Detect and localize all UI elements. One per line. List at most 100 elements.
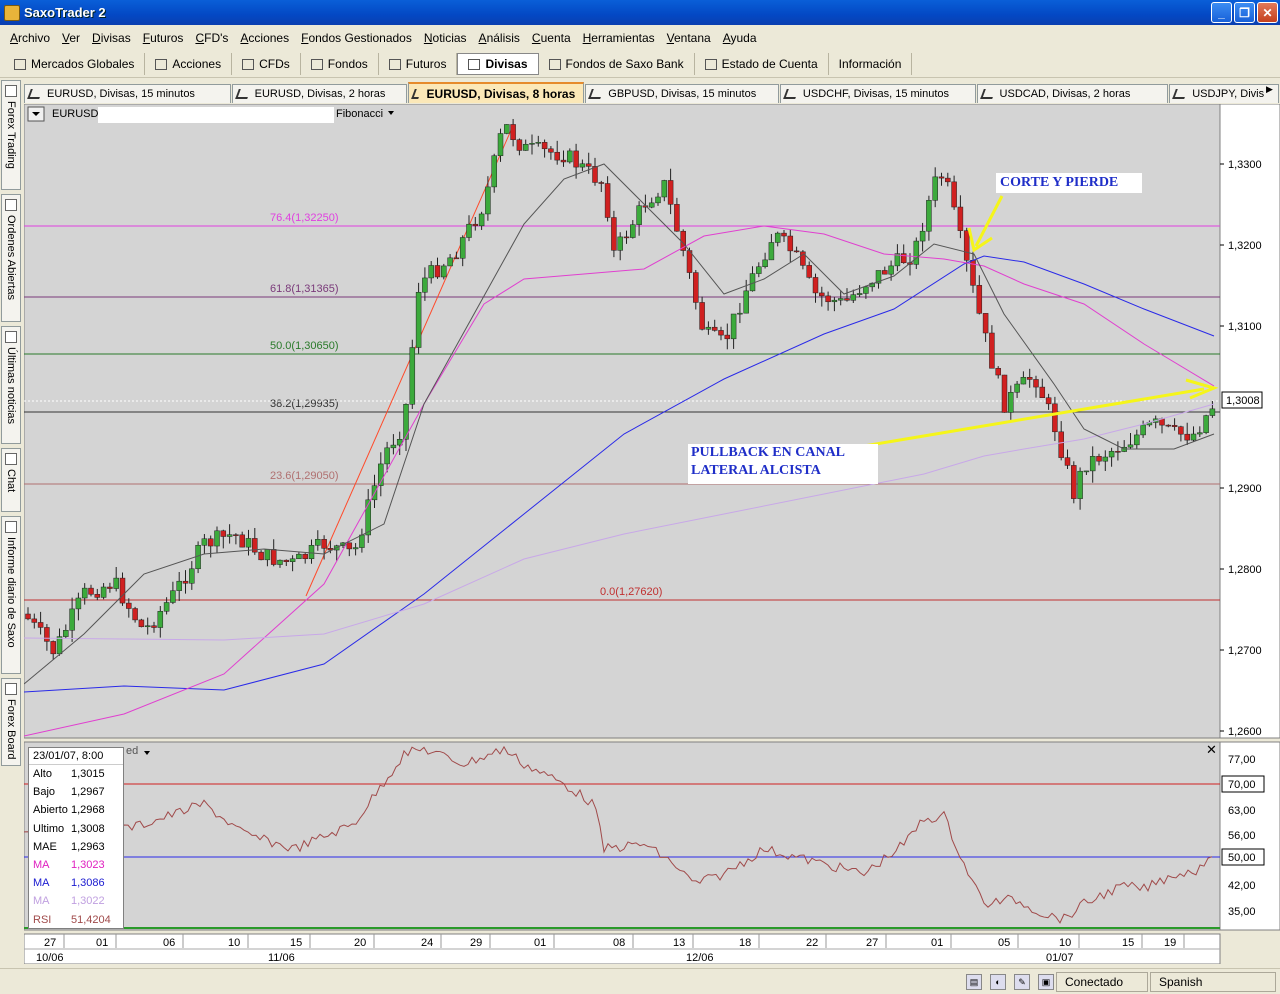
menu-item[interactable]: Cuenta — [526, 31, 577, 45]
chart-tab[interactable]: EURUSD, Divisas, 8 horas — [408, 82, 585, 103]
toolbar-button[interactable]: Fondos — [301, 53, 379, 75]
close-button[interactable]: ✕ — [1257, 2, 1278, 23]
candle-body — [113, 577, 119, 589]
menu-item[interactable]: Futuros — [137, 31, 190, 45]
chart-area[interactable]: EURUSD Fibonacci 1,3300 1,3200 1,3100 1,2900 1… — [23, 103, 1280, 965]
candle-body — [951, 181, 957, 208]
menu-item[interactable]: CFD's — [189, 31, 234, 45]
chart-tab[interactable]: USDCHF, Divisas, 15 minutos — [779, 84, 976, 103]
toolbar-button-label: Divisas — [485, 57, 528, 71]
candle-body — [598, 182, 605, 184]
menu-item[interactable]: Ventana — [661, 31, 717, 45]
candle-body — [308, 545, 315, 560]
side-panel-label: Chat — [5, 469, 17, 493]
toolbar-button[interactable]: Fondos de Saxo Bank — [539, 53, 695, 75]
month-label: 11/06 — [268, 952, 295, 964]
rsi-tick-label: 63,00 — [1228, 805, 1256, 817]
toolbar-button[interactable]: Mercados Globales — [4, 53, 146, 75]
candle-body — [573, 150, 579, 168]
candle-body — [705, 326, 712, 330]
title-bar: SaxoTrader 2 _ ❐ ✕ — [0, 0, 1280, 25]
side-panel-tab[interactable]: Chat — [1, 448, 21, 512]
candle-body — [1020, 377, 1027, 385]
price-tick-label: 1,2600 — [1228, 726, 1262, 738]
data-window-row: MA 1,3023 — [29, 856, 123, 874]
lock-icon[interactable]: ▣ — [1038, 974, 1054, 990]
side-panel-tab[interactable]: Últimas noticias — [1, 326, 21, 444]
candle-body — [718, 330, 724, 336]
toolbar-button[interactable]: CFDs — [232, 53, 301, 75]
candle-body — [800, 251, 806, 266]
menu-item[interactable]: Noticias — [418, 31, 473, 45]
month-label: 12/06 — [686, 952, 714, 964]
sound-icon[interactable]: ◐ — [990, 974, 1006, 990]
toolbar-button[interactable]: Estado de Cuenta — [695, 53, 829, 75]
menu-item[interactable]: Ver — [56, 31, 86, 45]
candle-body — [352, 547, 359, 550]
menu-item[interactable]: Archivo — [4, 31, 56, 45]
menu-item[interactable]: Fondos Gestionados — [295, 31, 418, 45]
candle-body — [926, 200, 932, 232]
tab-scroll-right-icon[interactable]: ▶ — [1266, 84, 1276, 96]
candle-body — [781, 232, 787, 237]
side-panel-tab[interactable]: Informe diario de Saxo — [1, 516, 21, 674]
side-panel-tab[interactable]: Forex Trading — [1, 80, 21, 190]
settings-icon[interactable]: ✎ — [1014, 974, 1030, 990]
menu-item[interactable]: Análisis — [473, 31, 526, 45]
candle-body — [1064, 457, 1071, 466]
candle-body — [1033, 379, 1039, 388]
data-value: 1,2963 — [71, 840, 105, 853]
side-panel-tab[interactable]: Forex Board — [1, 678, 21, 766]
product-toolbar: Mercados Globales Acciones CFDs Fondos Futur… — [0, 51, 1280, 78]
side-panel-tab[interactable]: Ordenes Abiertas — [1, 194, 21, 322]
date-tick-label: 29 — [470, 937, 482, 949]
chart-icon — [155, 58, 168, 70]
candle-body — [422, 277, 428, 293]
chart-tab[interactable]: USDCAD, Divisas, 2 horas — [976, 84, 1169, 103]
network-icon[interactable]: ▤ — [966, 974, 982, 990]
data-window-row: Abierto 1,2968 — [29, 801, 123, 819]
data-label: RSI — [33, 913, 52, 926]
chart-tab-icon — [979, 89, 996, 99]
chart-tab[interactable]: EURUSD, Divisas, 15 minutos — [24, 84, 231, 103]
toolbar-button[interactable]: Divisas — [457, 53, 539, 75]
chart-tab-label: GBPUSD, Divisas, 15 minutos — [608, 88, 757, 100]
menu-item[interactable]: Ayuda — [717, 31, 763, 45]
candle-body — [441, 265, 447, 278]
data-label: Ultimo — [33, 822, 65, 835]
toolbar-button[interactable]: Futuros — [379, 53, 458, 75]
rsi-tick-label: 56,00 — [1228, 830, 1256, 842]
restore-button[interactable]: ❐ — [1234, 2, 1255, 23]
toolbar-button[interactable]: Información — [829, 53, 913, 75]
minimize-button[interactable]: _ — [1211, 2, 1232, 23]
candle-body — [655, 196, 661, 204]
data-window: 23/01/07, 8:00 Alto 1,3015 Bajo 1,2967 Abier… — [28, 747, 124, 929]
candle-body — [1127, 444, 1134, 448]
candle-body — [837, 298, 844, 301]
price-chart[interactable]: EURUSD Fibonacci 1,3300 1,3200 1,3100 1,2900 1… — [23, 103, 1280, 965]
candle-body — [157, 611, 164, 628]
chart-tab[interactable]: USDJPY, Divis — [1169, 84, 1279, 103]
candle-body — [711, 326, 718, 331]
date-tick-label: 15 — [1122, 937, 1134, 949]
candle-body — [812, 277, 819, 294]
menu-item[interactable]: Divisas — [86, 31, 137, 45]
candle-body — [863, 286, 869, 294]
price-tick-label: 1,2700 — [1228, 645, 1262, 657]
candle-body — [176, 580, 182, 591]
chart-tab-label: EURUSD, Divisas, 2 horas — [254, 88, 386, 100]
fib-level-label: 0.0(1,27620) — [600, 586, 662, 598]
candle-body — [485, 186, 491, 215]
menu-item[interactable]: Herramientas — [577, 31, 661, 45]
account-icon — [704, 58, 717, 70]
toolbar-button[interactable]: Acciones — [145, 53, 233, 75]
chart-tab[interactable]: EURUSD, Divisas, 2 horas — [231, 84, 408, 103]
chart-tab[interactable]: GBPUSD, Divisas, 15 minutos — [585, 84, 779, 103]
candle-body — [856, 293, 863, 295]
panel-icon — [5, 331, 17, 343]
chart-tab-icon — [588, 89, 605, 99]
panel-icon — [5, 521, 17, 533]
menu-item[interactable]: Acciones — [234, 31, 295, 45]
candle-body — [976, 285, 983, 314]
indicator-label: ed — [126, 745, 138, 757]
